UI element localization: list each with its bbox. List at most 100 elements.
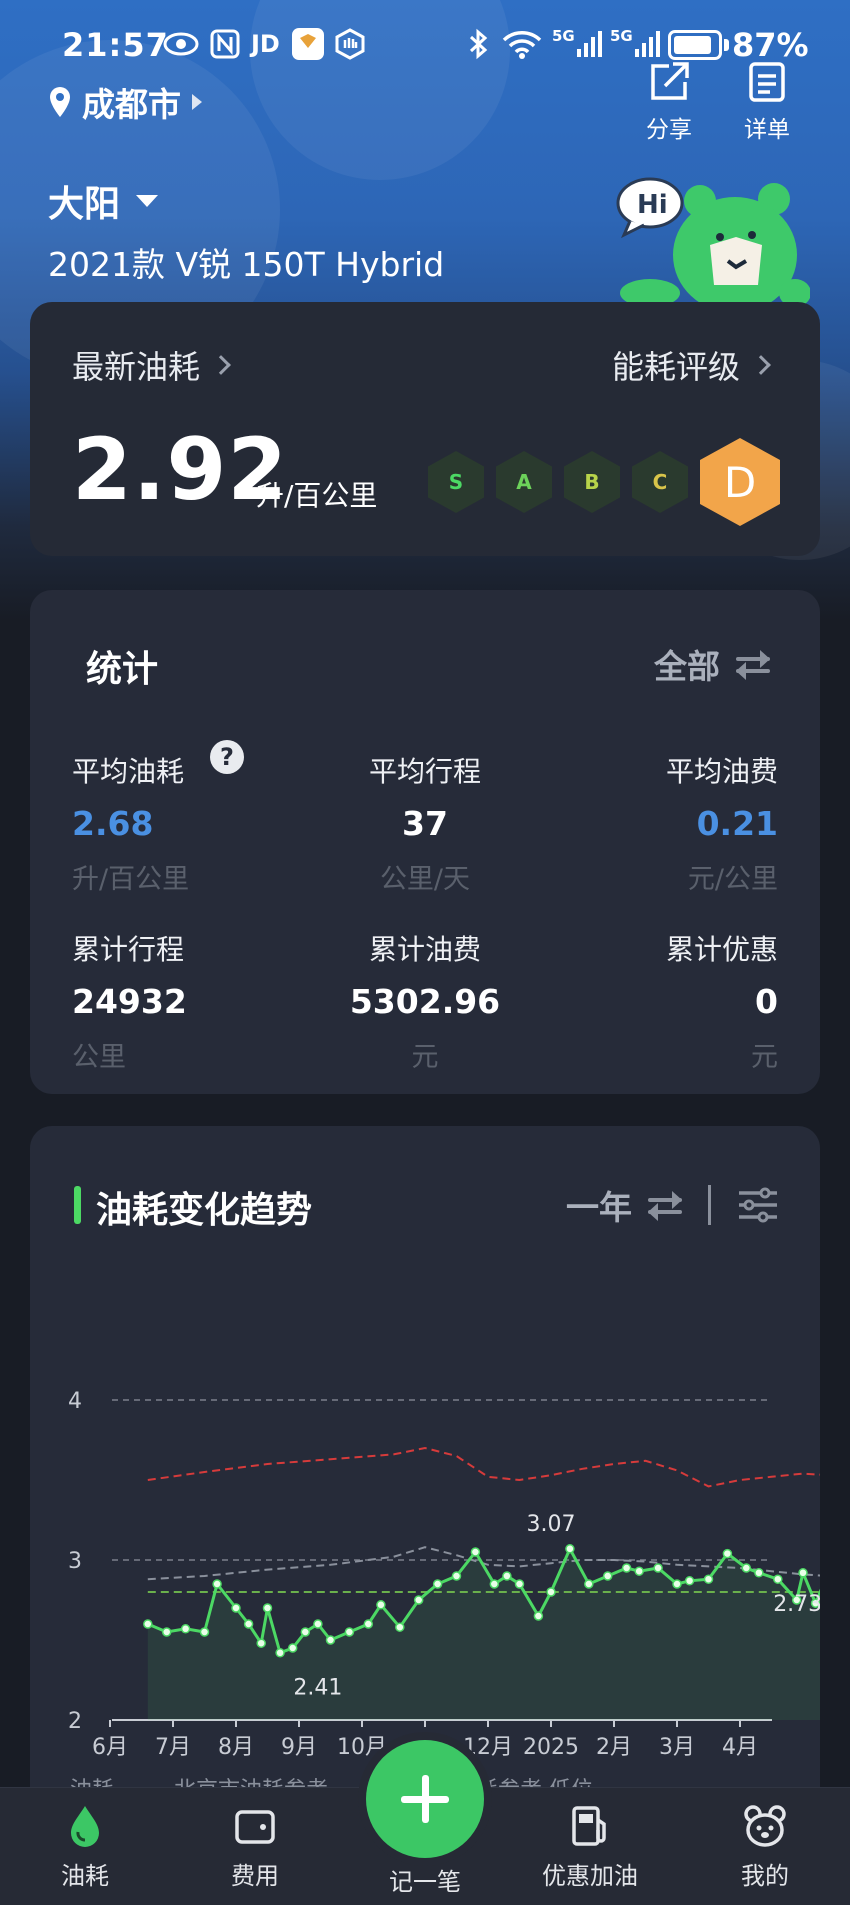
data-point <box>653 1563 663 1573</box>
caret-right-icon <box>192 94 202 110</box>
nfc-icon <box>210 28 240 60</box>
help-icon[interactable]: ? <box>210 740 244 774</box>
share-button[interactable]: 分享 <box>646 60 692 144</box>
x-tick-label: 2月 <box>596 1735 632 1760</box>
data-point <box>325 1635 336 1645</box>
nav-cost[interactable]: 费用 <box>180 1788 330 1905</box>
stat-label: 累计行程 <box>72 933 185 966</box>
statistics-title: 统计 <box>86 649 159 690</box>
city-selector[interactable]: 成都市 <box>48 78 203 126</box>
energy-rating-link[interactable]: 能耗评级 <box>612 342 771 388</box>
data-point <box>502 1571 512 1581</box>
data-point <box>754 1568 764 1578</box>
data-point <box>344 1627 355 1637</box>
fuel-trend-chart: 4326月7月8月9月10月11月12月20252月3月4月3.072.412.… <box>68 1389 820 1760</box>
nav-fuel-label: 油耗 <box>61 1862 109 1890</box>
stat-unit: 升/百公里 <box>72 864 190 895</box>
data-point <box>376 1600 386 1610</box>
caret-down-icon <box>136 195 159 207</box>
bear-face-icon <box>744 1805 786 1847</box>
data-point <box>262 1603 273 1613</box>
data-point <box>672 1579 682 1589</box>
stat-label: 累计优惠 <box>665 933 778 966</box>
detail-label: 详单 <box>744 117 790 143</box>
data-point <box>256 1638 266 1648</box>
nav-discount-fuel[interactable]: 优惠加油 <box>515 1788 665 1905</box>
data-point <box>798 1568 808 1578</box>
grade-badge-b: B <box>564 451 620 513</box>
stat-unit: 元 <box>751 1042 778 1073</box>
plus-icon-vertical <box>421 1775 429 1823</box>
status-time: 21:57 <box>62 26 169 64</box>
nav-profile[interactable]: 我的 <box>690 1788 840 1905</box>
data-point <box>199 1627 210 1637</box>
grade-scale: S A B C D <box>428 438 780 526</box>
data-point <box>584 1579 594 1589</box>
grade-badge-d-active: D <box>700 438 780 526</box>
trend-period-label: 一年 <box>566 1188 632 1227</box>
latest-fuel-link[interactable]: 最新油耗 <box>72 342 231 388</box>
swap-icon <box>648 1190 682 1221</box>
add-record-button[interactable] <box>366 1740 484 1858</box>
data-point <box>243 1619 254 1629</box>
detail-button[interactable]: 详单 <box>744 60 790 144</box>
latest-fuel-card: 最新油耗 能耗评级 2.92 升/百公里 S A B C D <box>30 302 820 556</box>
data-point <box>684 1576 695 1586</box>
stat-label: 平均油耗 <box>72 755 185 788</box>
battery-percent: 87% <box>732 26 809 64</box>
swap-icon <box>736 649 770 680</box>
data-point <box>300 1627 311 1637</box>
stat-avg-fuel: 平均油耗 2.68 升/百公里 <box>72 750 292 896</box>
car-name-selector[interactable]: 大阳 <box>48 175 160 227</box>
trend-period-toggle[interactable]: 一年 <box>566 1181 682 1229</box>
stat-label: 累计油费 <box>368 933 481 966</box>
data-point <box>773 1574 783 1584</box>
nav-cost-label: 费用 <box>231 1862 279 1890</box>
stat-label: 平均油费 <box>665 755 778 788</box>
x-tick-label: 10月 <box>337 1735 387 1760</box>
wifi-icon <box>500 28 544 60</box>
data-point <box>703 1574 714 1584</box>
data-point <box>451 1571 462 1581</box>
grade-badge-c: C <box>632 451 688 513</box>
stat-value: 24932 <box>72 982 187 1021</box>
x-tick-label: 7月 <box>155 1735 191 1760</box>
wallet-icon <box>235 1810 275 1844</box>
filter-sliders-icon[interactable] <box>737 1187 779 1223</box>
latest-fuel-label: 最新油耗 <box>72 348 201 386</box>
share-label: 分享 <box>646 117 692 143</box>
stat-value: 5302.96 <box>349 982 501 1021</box>
data-point <box>287 1643 298 1653</box>
x-tick-label: 9月 <box>281 1735 317 1760</box>
statistics-range-toggle[interactable]: 全部 <box>654 640 770 688</box>
stat-unit: 公里 <box>72 1042 126 1073</box>
stat-total-cost: 累计油费 5302.96 元 <box>315 928 535 1074</box>
latest-fuel-unit: 升/百公里 <box>256 479 378 512</box>
y-tick-label: 4 <box>68 1389 82 1414</box>
chevron-right-icon <box>211 355 231 375</box>
stat-value: 2.68 <box>72 804 154 843</box>
drop-icon <box>71 1806 99 1847</box>
data-point <box>231 1603 241 1613</box>
network-type-1: 5G <box>552 27 575 45</box>
battery-tip <box>724 39 729 51</box>
mascot-greeting: Hi <box>637 190 668 220</box>
data-point <box>722 1548 733 1559</box>
stat-avg-cost: 平均油费 0.21 元/公里 <box>558 750 778 896</box>
city-name: 成都市 <box>82 85 181 124</box>
data-point <box>546 1587 556 1597</box>
statistics-card: 统计 全部 平均油耗 2.68 升/百公里 ? 平均行程 37 公里/天 平均油… <box>30 590 820 1094</box>
chevron-right-icon <box>751 355 771 375</box>
add-record-label: 记一笔 <box>389 1868 461 1896</box>
x-tick-label: 8月 <box>218 1735 254 1760</box>
data-point <box>143 1619 153 1629</box>
nav-fuel[interactable]: 油耗 <box>10 1788 160 1905</box>
x-tick-label: 4月 <box>722 1735 758 1760</box>
data-point <box>432 1579 443 1589</box>
data-point <box>602 1571 613 1581</box>
data-point <box>363 1619 374 1629</box>
data-point <box>634 1566 644 1576</box>
grade-badge-s: S <box>428 451 484 513</box>
nav-discount-fuel-label: 优惠加油 <box>542 1862 638 1890</box>
stat-avg-distance: 平均行程 37 公里/天 <box>315 750 535 896</box>
